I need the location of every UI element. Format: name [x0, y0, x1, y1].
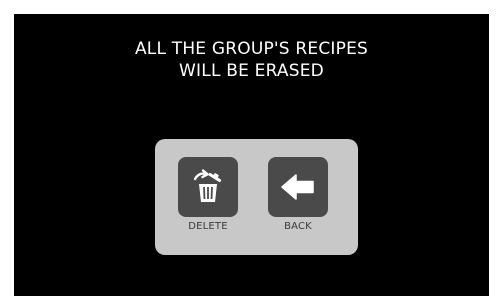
back-button[interactable]: BACK [268, 157, 328, 232]
warning-message-line-1: ALL THE GROUP'S RECIPES [134, 39, 369, 59]
back-button-tile[interactable] [268, 157, 328, 217]
back-button-label: BACK [284, 221, 312, 232]
back-arrow-icon [281, 174, 314, 200]
confirmation-screen: ALL THE GROUP'S RECIPES WILL BE ERASED D… [14, 14, 489, 296]
warning-message: ALL THE GROUP'S RECIPES WILL BE ERASED [14, 38, 489, 82]
trash-delete-icon [193, 169, 222, 202]
action-panel: DELETE BACK [155, 139, 358, 255]
delete-button[interactable]: DELETE [178, 157, 238, 232]
warning-message-line-2: WILL BE ERASED [179, 61, 324, 81]
delete-button-label: DELETE [188, 221, 228, 232]
delete-button-tile[interactable] [178, 157, 238, 217]
